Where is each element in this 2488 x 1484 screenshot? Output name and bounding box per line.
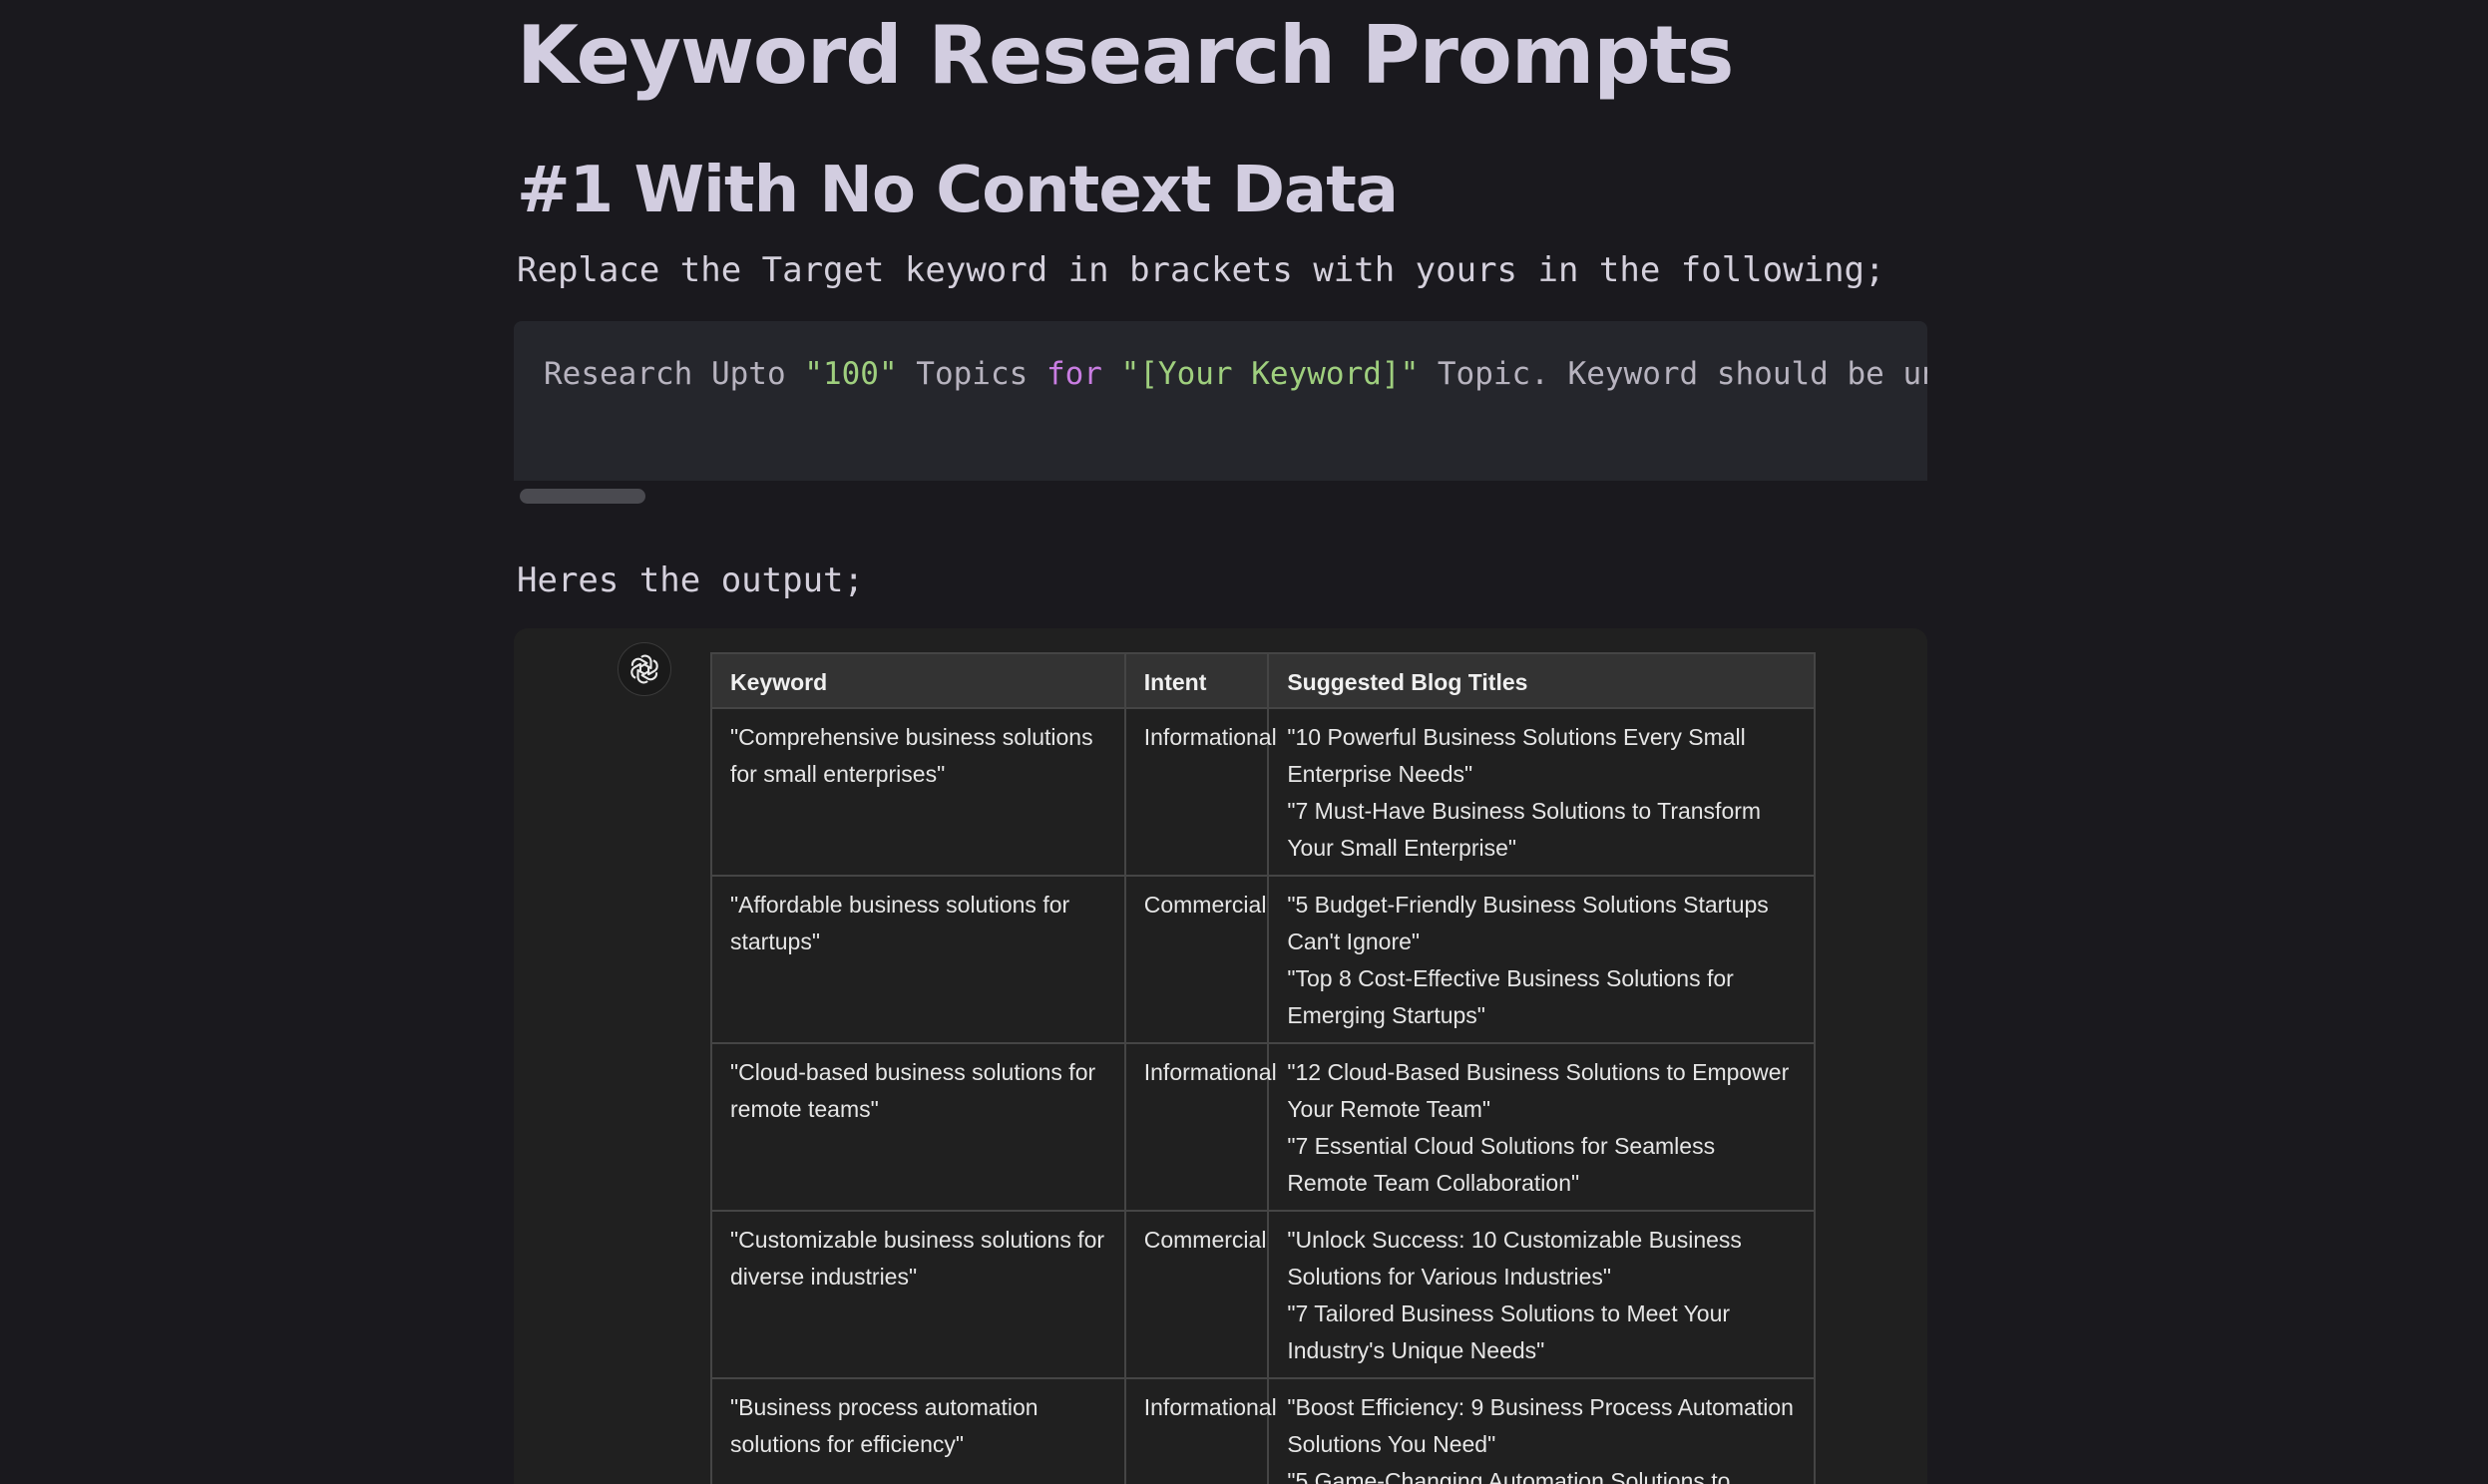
blog-title: "5 Game-Changing Automation Solutions to (1287, 1468, 1731, 1484)
blog-title: "Top 8 Cost-Effective Business Solutions… (1287, 965, 1734, 1028)
code-block: Research Upto "100" Topics for "[Your Ke… (514, 321, 1927, 481)
code-token: Topics (897, 356, 1046, 392)
keyword-cell: "Comprehensive business solutions for sm… (710, 707, 1126, 877)
intent-cell: Informational (1123, 1042, 1277, 1212)
intent-cell: Commercial (1123, 875, 1270, 1044)
code-keyword-token: for (1045, 356, 1102, 392)
blog-title: "7 Essential Cloud Solutions for Seamles… (1287, 1133, 1716, 1196)
blog-title: "Boost Efficiency: 9 Business Process Au… (1287, 1394, 1794, 1457)
code-line[interactable]: Research Upto "100" Topics for "[Your Ke… (544, 349, 1927, 399)
table-row: "Cloud-based business solutions for remo… (710, 1042, 1816, 1212)
keyword-cell: "Cloud-based business solutions for remo… (710, 1042, 1126, 1212)
column-header-intent: Intent (1123, 652, 1270, 709)
keyword-table: Keyword Intent Suggested Blog Titles "Co… (710, 652, 1816, 1484)
intro-paragraph: Replace the Target keyword in brackets w… (517, 250, 1885, 290)
keyword-cell: "Business process automation solutions f… (710, 1377, 1126, 1484)
table-row: "Comprehensive business solutions for sm… (710, 707, 1816, 877)
blog-title: "5 Budget-Friendly Business Solutions St… (1287, 892, 1769, 954)
titles-cell: "12 Cloud-Based Business Solutions to Em… (1267, 1042, 1816, 1212)
titles-cell: "Unlock Success: 10 Customizable Busines… (1267, 1210, 1816, 1379)
code-string-token: "100" (804, 356, 898, 392)
table-row: "Customizable business solutions for div… (710, 1210, 1816, 1379)
blog-title: "7 Tailored Business Solutions to Meet Y… (1287, 1300, 1731, 1363)
scrollbar-thumb[interactable] (520, 489, 645, 504)
code-token: Topic. Keyword should be unique (1437, 356, 1927, 392)
intent-cell: Commercial (1123, 1210, 1270, 1379)
blog-title: "10 Powerful Business Solutions Every Sm… (1287, 724, 1746, 787)
titles-cell: "Boost Efficiency: 9 Business Process Au… (1267, 1377, 1816, 1484)
table-row: "Business process automation solutions f… (710, 1377, 1816, 1484)
openai-logo-icon (618, 642, 671, 696)
keyword-cell: "Customizable business solutions for div… (710, 1210, 1126, 1379)
table-header-row: Keyword Intent Suggested Blog Titles (710, 652, 1816, 709)
code-string-token: "[Your Keyword]" (1120, 356, 1420, 392)
titles-cell: "5 Budget-Friendly Business Solutions St… (1267, 875, 1816, 1044)
column-header-keyword: Keyword (710, 652, 1126, 709)
blog-title: "12 Cloud-Based Business Solutions to Em… (1287, 1059, 1790, 1122)
code-horizontal-scrollbar[interactable] (514, 481, 1927, 511)
keyword-cell: "Affordable business solutions for start… (710, 875, 1126, 1044)
code-token: Research Upto (544, 356, 805, 392)
blog-title: "Unlock Success: 10 Customizable Busines… (1287, 1227, 1742, 1290)
column-header-titles: Suggested Blog Titles (1267, 652, 1816, 709)
intent-cell: Informational (1123, 1377, 1277, 1484)
output-paragraph: Heres the output; (517, 560, 864, 600)
blog-title: "7 Must-Have Business Solutions to Trans… (1287, 798, 1762, 861)
chat-response-panel: Keyword Intent Suggested Blog Titles "Co… (514, 628, 1927, 1484)
titles-cell: "10 Powerful Business Solutions Every Sm… (1267, 707, 1816, 877)
table-row: "Affordable business solutions for start… (710, 875, 1816, 1044)
page-title: Keyword Research Prompts (517, 9, 1734, 102)
section-heading: #1 With No Context Data (517, 154, 1399, 227)
intent-cell: Informational (1123, 707, 1277, 877)
